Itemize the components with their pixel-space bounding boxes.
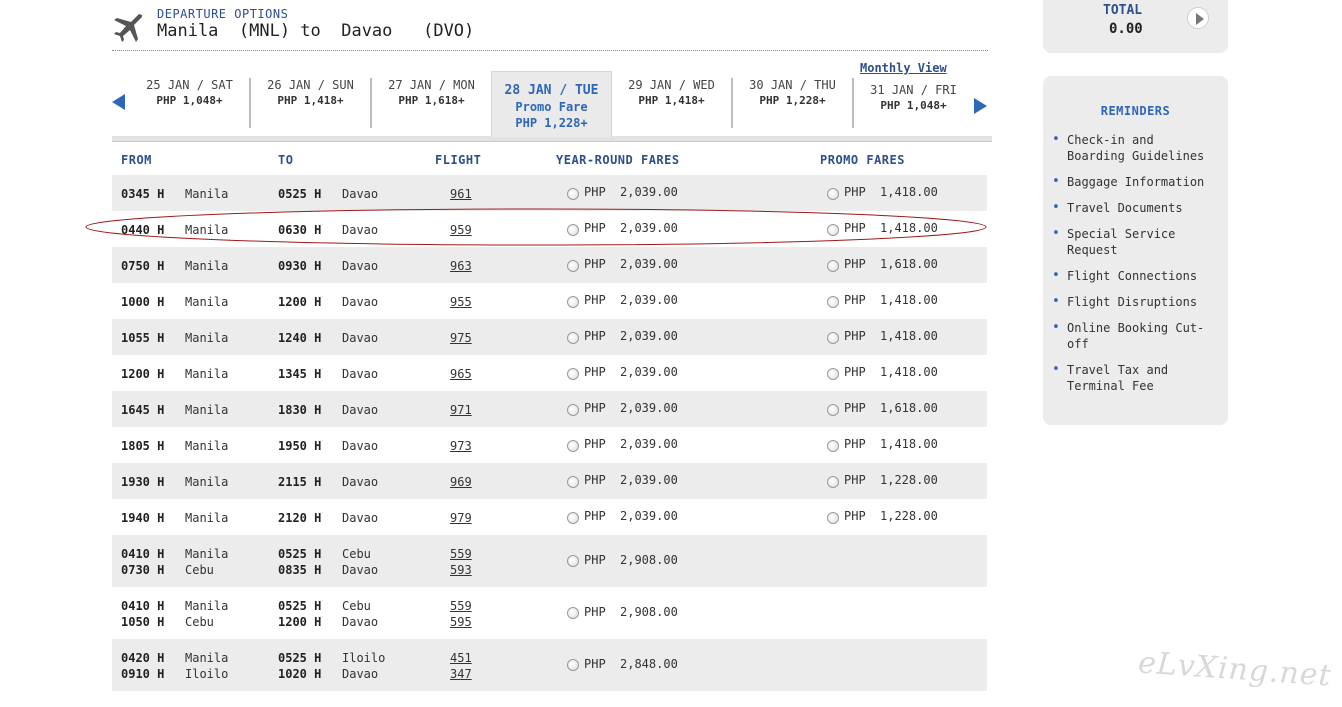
flight-number-link[interactable]: 559	[450, 547, 472, 561]
promo-fare-radio[interactable]	[827, 260, 839, 272]
flight-number-link[interactable]: 595	[450, 615, 472, 629]
reminder-link[interactable]: Flight Connections	[1052, 268, 1217, 284]
table-row: 1805 H Manila 1950 H Davao 973 PHP 2,039…	[121, 437, 938, 453]
year-round-fare-radio[interactable]	[567, 476, 579, 488]
promo-fare-radio[interactable]	[827, 404, 839, 416]
promo-fare-radio[interactable]	[827, 368, 839, 380]
promo-fare-radio[interactable]	[827, 188, 839, 200]
reminder-link[interactable]: Travel Documents	[1052, 200, 1217, 216]
table-row: 1645 H Manila 1830 H Davao 971 PHP 2,039…	[112, 391, 987, 427]
year-round-fare-radio[interactable]	[567, 659, 579, 671]
table-row: 1055 H Manila 1240 H Davao 975 PHP 2,039…	[112, 319, 987, 355]
flight-number-link[interactable]: 451	[450, 651, 472, 665]
flight-number-link[interactable]: 347	[450, 667, 472, 681]
table-row-connection: 0420 H Manila 0525 H Iloilo 451 0910 H I…	[112, 639, 987, 691]
year-round-fare-radio[interactable]	[567, 260, 579, 272]
table-row: 0440 H Manila 0630 H Davao 959 PHP 2,039…	[121, 221, 938, 237]
flight-number-link[interactable]: 965	[450, 367, 472, 381]
year-round-fare-radio[interactable]	[567, 440, 579, 452]
date-tab-29-jan[interactable]: 29 JAN / WED PHP 1,418+	[612, 78, 733, 128]
reminder-link[interactable]: Online Booking Cut-off	[1052, 320, 1217, 352]
date-tab-31-jan[interactable]: 31 JAN / FRI PHP 1,048+	[854, 83, 973, 133]
year-round-fare-radio[interactable]	[567, 224, 579, 236]
flight-number-link[interactable]: 969	[450, 475, 472, 489]
table-row-connection: 0410 H Manila 0525 H Cebu 559 1050 H Ceb…	[121, 599, 678, 629]
date-tab-25-jan[interactable]: 25 JAN / SAT PHP 1,048+	[130, 78, 251, 128]
reminder-link[interactable]: Special Service Request	[1052, 226, 1217, 258]
table-row: 1930 H Manila 2115 H Davao 969 PHP 2,039…	[112, 463, 987, 499]
col-year-round-fares: YEAR-ROUND FARES	[556, 153, 680, 167]
date-tab-28-jan-selected[interactable]: 28 JAN / TUE Promo Fare PHP 1,228+	[491, 71, 612, 137]
year-round-fare-radio[interactable]	[567, 404, 579, 416]
reminders-panel: REMINDERS Check-in and Boarding Guidelin…	[1043, 76, 1228, 425]
departure-options-label: DEPARTURE OPTIONS	[157, 7, 289, 21]
plane-icon	[114, 14, 142, 42]
table-row: 1940 H Manila 2120 H Davao 979 PHP 2,039…	[121, 509, 938, 525]
date-selector: 25 JAN / SAT PHP 1,048+ 26 JAN / SUN PHP…	[112, 70, 992, 142]
table-row: 1000 H Manila 1200 H Davao 955 PHP 2,039…	[121, 293, 938, 309]
year-round-fare-radio[interactable]	[567, 188, 579, 200]
play-icon[interactable]	[1187, 7, 1209, 29]
total-value: 0.00	[1109, 21, 1143, 37]
flight-number-link[interactable]: 959	[450, 223, 472, 237]
flight-number-link[interactable]: 955	[450, 295, 472, 309]
promo-fare-radio[interactable]	[827, 296, 839, 308]
reminder-link[interactable]: Check-in and Boarding Guidelines	[1052, 132, 1217, 164]
table-row: 0750 H Manila 0930 H Davao 963 PHP 2,039…	[112, 247, 987, 283]
flight-number-link[interactable]: 961	[450, 187, 472, 201]
date-tab-27-jan[interactable]: 27 JAN / MON PHP 1,618+	[372, 78, 491, 128]
col-promo-fares: PROMO FARES	[820, 153, 905, 167]
reminder-link[interactable]: Flight Disruptions	[1052, 294, 1217, 310]
promo-fare-radio[interactable]	[827, 224, 839, 236]
flight-table: 0345 H Manila 0525 H Davao 961 PHP 2,039…	[112, 175, 987, 691]
arrow-left-icon[interactable]	[112, 94, 125, 110]
table-row-connection: 0410 H Manila 0525 H Cebu 559 0730 H Ceb…	[112, 535, 987, 587]
col-to: TO	[278, 153, 294, 167]
table-row: 1200 H Manila 1345 H Davao 965 PHP 2,039…	[121, 365, 938, 381]
promo-fare-radio[interactable]	[827, 440, 839, 452]
flight-number-link[interactable]: 963	[450, 259, 472, 273]
flight-number-link[interactable]: 973	[450, 439, 472, 453]
promo-fare-radio[interactable]	[827, 332, 839, 344]
flight-number-link[interactable]: 971	[450, 403, 472, 417]
flight-number-link[interactable]: 979	[450, 511, 472, 525]
date-tab-30-jan[interactable]: 30 JAN / THU PHP 1,228+	[733, 78, 854, 128]
col-from: FROM	[121, 153, 152, 167]
flight-number-link[interactable]: 559	[450, 599, 472, 613]
year-round-fare-radio[interactable]	[567, 555, 579, 567]
year-round-fare-radio[interactable]	[567, 296, 579, 308]
reminder-link[interactable]: Baggage Information	[1052, 174, 1217, 190]
table-row: 0345 H Manila 0525 H Davao 961 PHP 2,039…	[112, 175, 987, 211]
total-box: TOTAL 0.00	[1043, 0, 1228, 53]
total-label: TOTAL	[1103, 3, 1143, 18]
reminders-title: REMINDERS	[1100, 104, 1171, 118]
route-title: Manila (MNL) to Davao (DVO)	[157, 21, 475, 41]
year-round-fare-radio[interactable]	[567, 368, 579, 380]
watermark: eLvXing.net	[1137, 645, 1333, 694]
promo-fare-radio[interactable]	[827, 476, 839, 488]
promo-fare-radio[interactable]	[827, 512, 839, 524]
year-round-fare-radio[interactable]	[567, 607, 579, 619]
col-flight: FLIGHT	[435, 153, 482, 167]
flight-number-link[interactable]: 975	[450, 331, 472, 345]
year-round-fare-radio[interactable]	[567, 332, 579, 344]
year-round-fare-radio[interactable]	[567, 512, 579, 524]
flight-number-link[interactable]: 593	[450, 563, 472, 577]
date-tab-26-jan[interactable]: 26 JAN / SUN PHP 1,418+	[251, 78, 372, 128]
reminder-link[interactable]: Travel Tax and Terminal Fee	[1052, 362, 1217, 394]
departure-header: DEPARTURE OPTIONS Manila (MNL) to Davao …	[112, 6, 988, 51]
arrow-right-icon[interactable]	[974, 98, 987, 114]
